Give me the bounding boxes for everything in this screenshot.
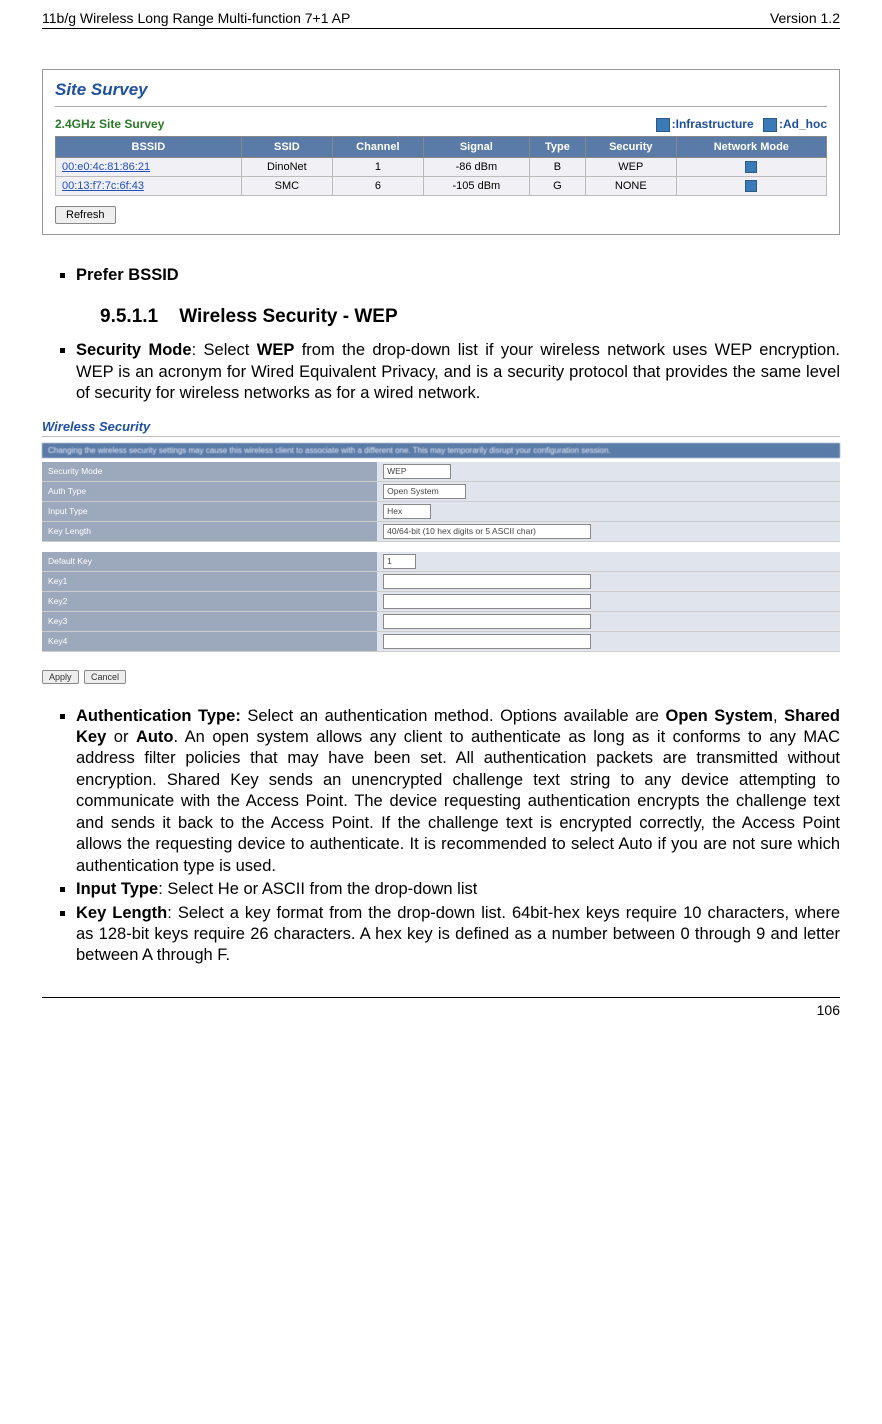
header-left: 11b/g Wireless Long Range Multi-function… <box>42 10 350 26</box>
col-ssid: SSID <box>241 136 332 157</box>
col-mode: Network Mode <box>676 136 826 157</box>
key1-input[interactable] <box>383 574 591 589</box>
col-signal: Signal <box>423 136 529 157</box>
mode-icon <box>745 161 757 173</box>
page-header: 11b/g Wireless Long Range Multi-function… <box>42 10 840 29</box>
site-survey-legend: 2.4GHz Site Survey :Infrastructure :Ad_h… <box>55 117 827 132</box>
col-channel: Channel <box>333 136 424 157</box>
key3-input[interactable] <box>383 614 591 629</box>
default-key-select[interactable]: 1 <box>383 554 416 569</box>
wsec-keys-table: Default Key 1 Key1 Key2 Key3 Key4 <box>42 552 840 652</box>
page-number: 106 <box>817 1002 840 1018</box>
security-mode-select[interactable]: WEP <box>383 464 451 479</box>
wsec-title: Wireless Security <box>42 419 840 434</box>
bullet-security-mode: Security Mode: Select WEP from the drop-… <box>76 340 840 404</box>
wsec-banner: Changing the wireless security settings … <box>42 443 840 458</box>
bullet-input-type: Input Type: Select He or ASCII from the … <box>76 879 840 900</box>
apply-button[interactable]: Apply <box>42 670 79 684</box>
mode-icon <box>745 180 757 192</box>
site-survey-title: Site Survey <box>55 80 827 100</box>
header-right: Version 1.2 <box>770 10 840 26</box>
key2-input[interactable] <box>383 594 591 609</box>
bullet-auth-type: Authentication Type: Select an authentic… <box>76 706 840 878</box>
bssid-link[interactable]: 00:e0:4c:81:86:21 <box>56 157 242 176</box>
col-type: Type <box>529 136 585 157</box>
key4-input[interactable] <box>383 634 591 649</box>
legend-types: :Infrastructure :Ad_hoc <box>650 117 827 132</box>
table-row: 00:e0:4c:81:86:21 DinoNet 1 -86 dBm B WE… <box>56 157 827 176</box>
refresh-button[interactable]: Refresh <box>55 206 116 224</box>
site-survey-panel: Site Survey 2.4GHz Site Survey :Infrastr… <box>42 69 840 235</box>
table-row: 00:13:f7:7c:6f:43 SMC 6 -105 dBm G NONE <box>56 176 827 195</box>
page-footer: 106 <box>42 997 840 1018</box>
col-security: Security <box>585 136 676 157</box>
site-survey-table: BSSID SSID Channel Signal Type Security … <box>55 136 827 196</box>
auth-type-select[interactable]: Open System <box>383 484 466 499</box>
col-bssid: BSSID <box>56 136 242 157</box>
infrastructure-icon <box>656 118 670 132</box>
wsec-table: Security Mode WEP Auth Type Open System … <box>42 462 840 542</box>
bssid-link[interactable]: 00:13:f7:7c:6f:43 <box>56 176 242 195</box>
input-type-select[interactable]: Hex <box>383 504 431 519</box>
section-heading: 9.5.1.1 Wireless Security - WEP <box>100 306 840 328</box>
divider <box>55 106 827 107</box>
bullet-key-length: Key Length: Select a key format from the… <box>76 903 840 967</box>
key-length-select[interactable]: 40/64-bit (10 hex digits or 5 ASCII char… <box>383 524 591 539</box>
adhoc-icon <box>763 118 777 132</box>
cancel-button[interactable]: Cancel <box>84 670 126 684</box>
legend-band: 2.4GHz Site Survey <box>55 117 164 131</box>
wireless-security-panel: Wireless Security Changing the wireless … <box>42 419 840 684</box>
bullet-prefer-bssid: Prefer BSSID <box>76 265 840 286</box>
divider <box>42 436 840 437</box>
